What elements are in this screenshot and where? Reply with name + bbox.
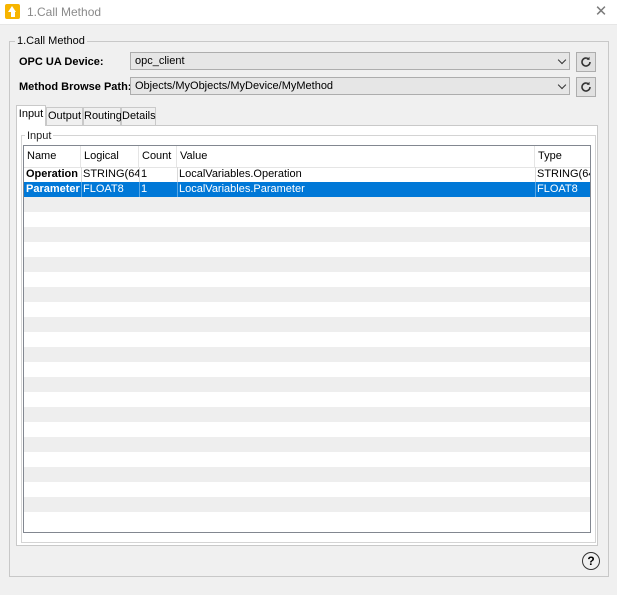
cell-count: 1: [141, 168, 148, 180]
cell-value: LocalVariables.Parameter: [179, 183, 305, 195]
table-row[interactable]: Operation STRING(64) 1 LocalVariables.Op…: [24, 167, 590, 182]
table-row[interactable]: Parameter FLOAT8 1 LocalVariables.Parame…: [24, 182, 590, 197]
cell-count: 1: [141, 183, 148, 195]
group-title: 1.Call Method: [15, 35, 87, 47]
cell-name: Operation: [26, 168, 78, 180]
refresh-icon: [581, 81, 591, 92]
window-title: 1.Call Method: [27, 5, 102, 19]
tab-input[interactable]: Input: [16, 105, 46, 126]
empty-table-row: [24, 347, 590, 362]
browse-path-combobox[interactable]: Objects/MyObjects/MyDevice/MyMethod: [130, 77, 570, 95]
tab-details[interactable]: Details: [121, 107, 156, 125]
tab-routing[interactable]: Routing: [83, 107, 122, 125]
cell-name: Parameter: [26, 183, 80, 195]
refresh-icon: [581, 56, 591, 67]
empty-table-row: [24, 452, 590, 467]
close-button[interactable]: ✕: [591, 2, 611, 22]
empty-table-row: [24, 317, 590, 332]
empty-table-row: [24, 212, 590, 227]
browse-path-refresh-button[interactable]: [576, 77, 596, 97]
app-icon: [5, 4, 20, 19]
device-combobox[interactable]: opc_client: [130, 52, 570, 70]
tab-output[interactable]: Output: [46, 107, 83, 125]
device-label: OPC UA Device:: [19, 56, 104, 68]
empty-table-row: [24, 332, 590, 347]
cell-logical: STRING(64): [83, 168, 139, 180]
empty-table-row: [24, 437, 590, 452]
browse-path-value: Objects/MyObjects/MyDevice/MyMethod: [135, 80, 334, 92]
empty-table-row: [24, 467, 590, 482]
empty-table-row: [24, 227, 590, 242]
help-button[interactable]: ?: [582, 552, 600, 570]
empty-table-row: [24, 197, 590, 212]
empty-table-row: [24, 422, 590, 437]
empty-table-row: [24, 242, 590, 257]
cell-logical: FLOAT8: [83, 183, 124, 195]
empty-table-row: [24, 362, 590, 377]
chevron-down-icon: [557, 55, 567, 65]
input-group-title: Input: [25, 130, 54, 142]
empty-table-row: [24, 257, 590, 272]
cell-type: STRING(64): [537, 168, 590, 180]
empty-table-row: [24, 377, 590, 392]
column-header-type[interactable]: Type: [535, 146, 590, 167]
empty-table-row: [24, 512, 590, 527]
table-header: Name Logical Count Value Type: [24, 146, 590, 168]
cell-value: LocalVariables.Operation: [179, 168, 302, 180]
chevron-down-icon: [557, 80, 567, 90]
device-value: opc_client: [135, 55, 185, 67]
empty-table-row: [24, 272, 590, 287]
title-bar: 1.Call Method ✕: [0, 0, 617, 25]
empty-table-row: [24, 407, 590, 422]
empty-table-row: [24, 482, 590, 497]
empty-table-row: [24, 302, 590, 317]
column-header-logical[interactable]: Logical: [81, 146, 139, 167]
device-refresh-button[interactable]: [576, 52, 596, 72]
column-header-value[interactable]: Value: [177, 146, 535, 167]
empty-table-row: [24, 287, 590, 302]
empty-table-row: [24, 392, 590, 407]
column-header-name[interactable]: Name: [24, 146, 81, 167]
column-header-count[interactable]: Count: [139, 146, 177, 167]
input-table[interactable]: Name Logical Count Value Type Operation …: [23, 145, 591, 533]
cell-type: FLOAT8: [537, 183, 578, 195]
browse-path-label: Method Browse Path:: [19, 81, 132, 93]
empty-table-row: [24, 497, 590, 512]
